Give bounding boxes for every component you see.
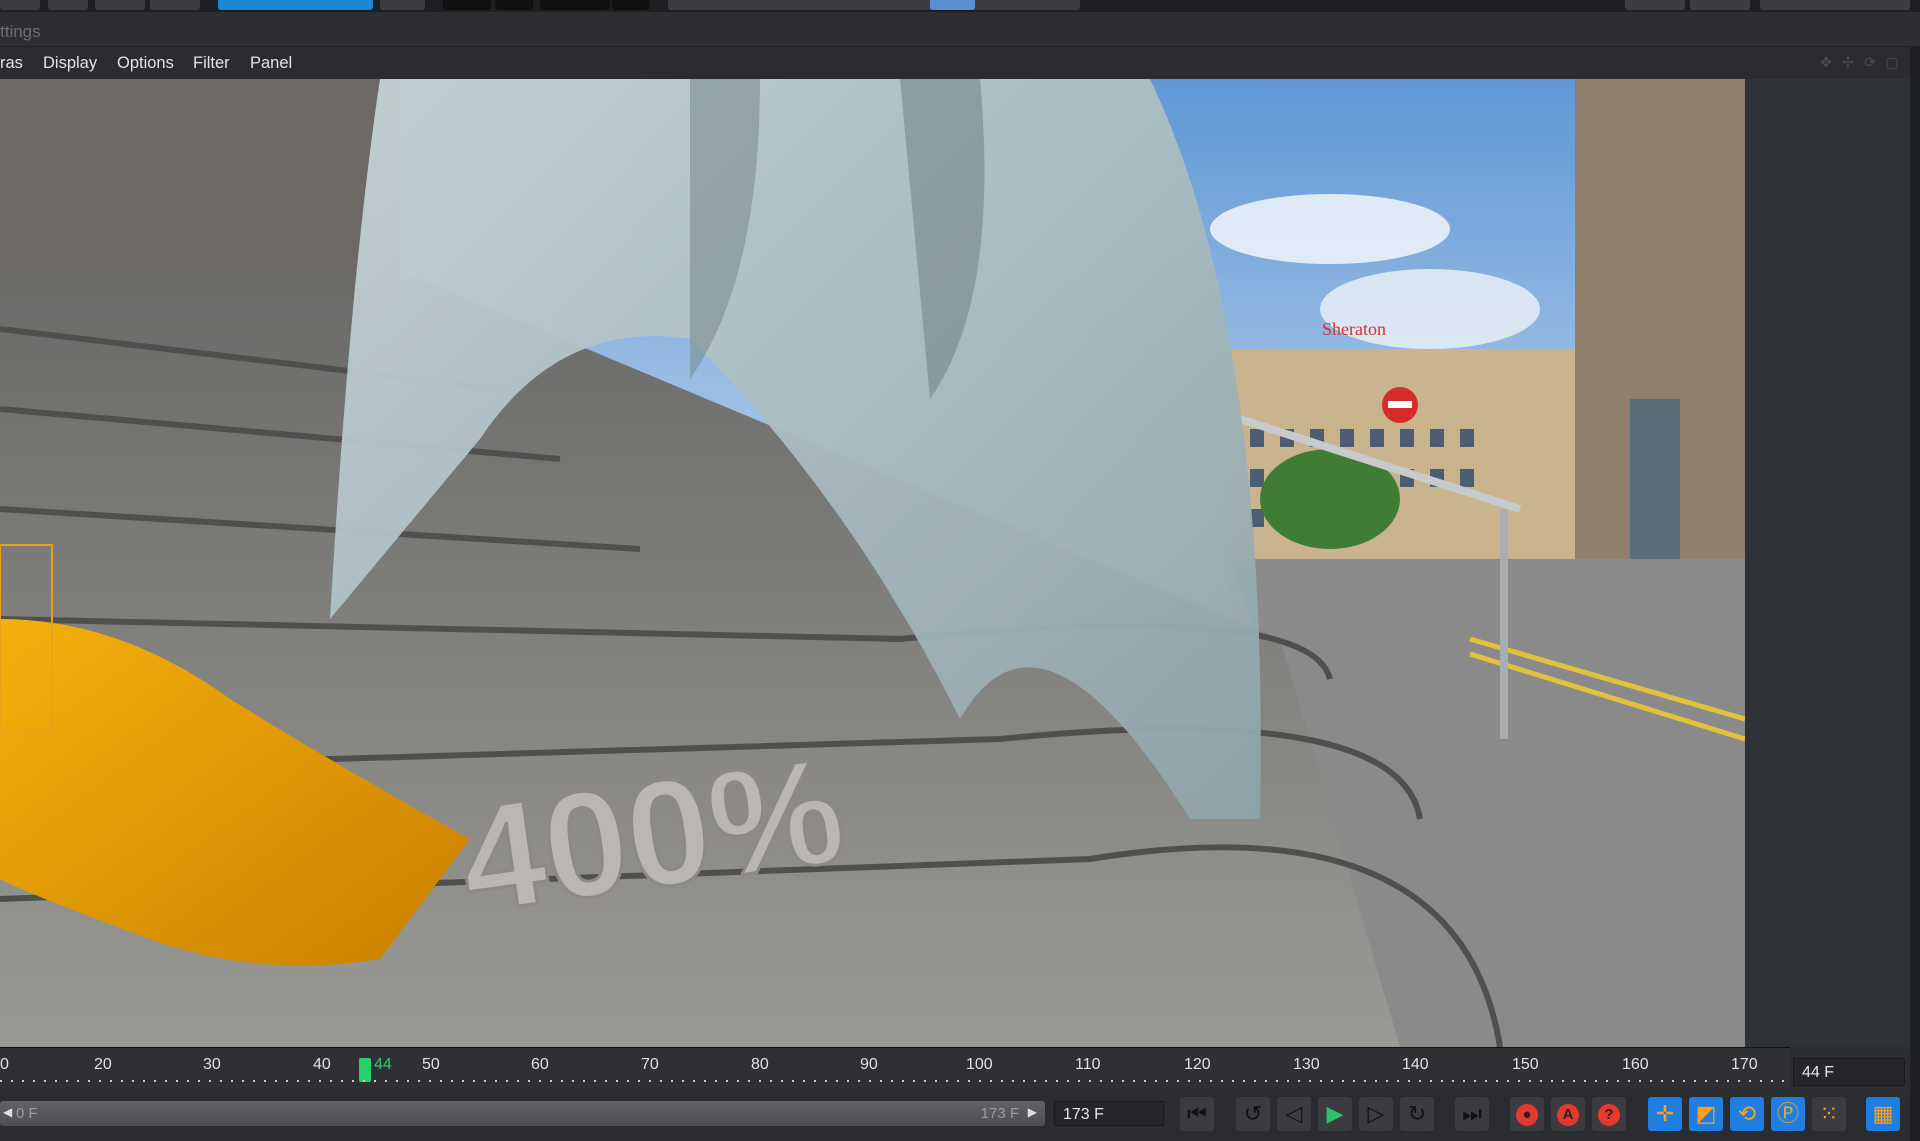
bottom-controls: ◀ 0 F 173 F ▶ 173 F ⏮ ↺ ◁ ▶ ▷ ↻ ⏭ ● A ? … <box>0 1089 1910 1141</box>
toolbar-button[interactable] <box>0 0 40 10</box>
current-frame-label: 44 <box>374 1056 392 1073</box>
tick-label: 30 <box>203 1056 221 1073</box>
menu-display[interactable]: Display <box>43 54 97 73</box>
range-left-arrow-icon[interactable]: ◀ <box>3 1105 12 1119</box>
toolbar-button[interactable] <box>495 0 533 10</box>
position-key-icon[interactable]: ✛ <box>1648 1097 1682 1131</box>
toolbar-button[interactable] <box>612 0 650 10</box>
toolbar-button[interactable] <box>930 0 975 10</box>
toolbar-button[interactable] <box>48 0 88 10</box>
move-view-icon[interactable]: ✥ <box>1818 54 1834 70</box>
previous-key-icon[interactable]: ↺ <box>1236 1097 1270 1131</box>
preview-range-slider[interactable]: ◀ 0 F 173 F ▶ <box>0 1101 1045 1126</box>
toolbar-button[interactable] <box>443 0 491 10</box>
view-nav-icons: ✥ ✢ ⟳ ▢ <box>1818 54 1900 70</box>
end-frame-field[interactable]: 173 F <box>1054 1101 1164 1126</box>
tick-label: 60 <box>531 1056 549 1073</box>
tick-label: 120 <box>1184 1056 1211 1073</box>
tick-label: 50 <box>422 1056 440 1073</box>
rotate-view-icon[interactable]: ⟳ <box>1862 54 1878 70</box>
menu-cameras[interactable]: ras <box>0 54 23 73</box>
viewport-menu-bar: ras Display Options Filter Panel ✥ ✢ ⟳ ▢ <box>0 47 1920 79</box>
point-level-icon[interactable]: ⁙ <box>1812 1097 1846 1131</box>
hotel-sign: Sheraton <box>1322 319 1386 339</box>
range-right-arrow-icon[interactable]: ▶ <box>1028 1105 1037 1119</box>
parameter-key-icon[interactable]: Ⓟ <box>1771 1097 1805 1131</box>
tick-label: 160 <box>1622 1056 1649 1073</box>
viewport[interactable]: Sheraton 400% <box>0 79 1745 1047</box>
tick-label: 20 <box>94 1056 112 1073</box>
toolbar-button[interactable] <box>1625 0 1685 10</box>
autokey-icon[interactable]: A <box>1551 1097 1585 1131</box>
toolbar-button[interactable] <box>1690 0 1750 10</box>
zoom-view-icon[interactable]: ✢ <box>1840 54 1856 70</box>
toolbar-button[interactable] <box>95 0 145 10</box>
current-frame-field[interactable]: 44 F <box>1793 1058 1905 1086</box>
toolbar-button[interactable] <box>1760 0 1910 10</box>
render-scene: Sheraton 400% <box>0 79 1745 1047</box>
tick-label: 0 <box>0 1056 9 1073</box>
cloud <box>1210 194 1450 264</box>
tick-label: 140 <box>1402 1056 1429 1073</box>
menu-filter[interactable]: Filter <box>193 54 230 73</box>
render-group-button[interactable] <box>218 0 373 10</box>
record-icon[interactable]: ● <box>1510 1097 1544 1131</box>
toolbar-button[interactable] <box>380 0 425 10</box>
step-forward-icon[interactable]: ▷ <box>1359 1097 1393 1131</box>
tick-label: 170 <box>1731 1056 1758 1073</box>
timeline[interactable]: 0 20 30 40 50 60 70 80 90 100 110 120 13… <box>0 1047 1790 1090</box>
object-tools-group[interactable] <box>668 0 1080 10</box>
settings-strip: ttings <box>0 12 1920 47</box>
tick-label: 70 <box>641 1056 659 1073</box>
top-toolbar <box>0 0 1920 12</box>
go-to-start-icon[interactable]: ⏮ <box>1180 1097 1214 1131</box>
toggle-view-icon[interactable]: ▢ <box>1884 54 1900 70</box>
menu-panel[interactable]: Panel <box>250 54 292 73</box>
tick-label: 90 <box>860 1056 878 1073</box>
tick-label: 150 <box>1512 1056 1539 1073</box>
play-icon[interactable]: ▶ <box>1318 1097 1352 1131</box>
range-end: 173 F <box>980 1105 1019 1122</box>
range-start: 0 F <box>16 1105 38 1122</box>
tick-label: 40 <box>313 1056 331 1073</box>
next-key-icon[interactable]: ↻ <box>1400 1097 1434 1131</box>
menu-options[interactable]: Options <box>117 54 174 73</box>
render-button[interactable] <box>150 0 200 10</box>
timeline-ruler <box>0 1080 1790 1082</box>
go-to-end-icon[interactable]: ⏭ <box>1455 1097 1489 1131</box>
tick-label: 100 <box>966 1056 993 1073</box>
scale-key-icon[interactable]: ◩ <box>1689 1097 1723 1131</box>
right-edge-panel <box>1910 47 1920 1141</box>
keyframe-selection-icon[interactable]: ? <box>1592 1097 1626 1131</box>
tick-label: 130 <box>1293 1056 1320 1073</box>
right-panel <box>1745 79 1910 1047</box>
toolbar-button[interactable] <box>540 0 610 10</box>
settings-label: ttings <box>0 22 41 41</box>
step-back-icon[interactable]: ◁ <box>1277 1097 1311 1131</box>
tick-label: 110 <box>1075 1056 1101 1073</box>
tick-label: 80 <box>751 1056 769 1073</box>
film-icon[interactable]: ▦ <box>1866 1097 1900 1131</box>
door <box>1630 399 1680 579</box>
rotation-key-icon[interactable]: ⟲ <box>1730 1097 1764 1131</box>
